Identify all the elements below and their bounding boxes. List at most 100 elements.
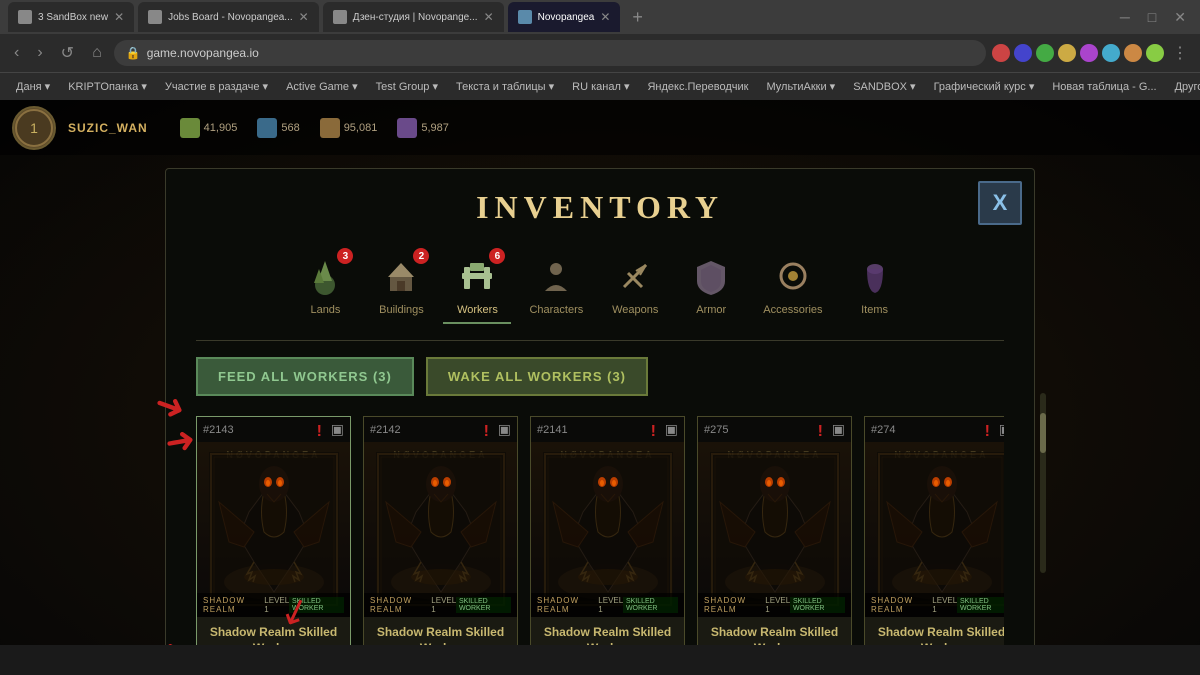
card-level: LEVEL 1 — [598, 596, 623, 614]
card-header: #2142 ▣ — [364, 417, 517, 442]
alert-icon: ! — [317, 423, 322, 441]
worker-card-0[interactable]: #2143 ▣ ! NØVOPANGEA — [196, 416, 351, 645]
items-icon-wrap — [851, 252, 899, 300]
tab-close-icon[interactable]: ✕ — [484, 10, 494, 24]
bookmark-ru-kanal[interactable]: RU канал ▾ — [564, 78, 637, 95]
feed-all-workers-button[interactable]: FEED ALL WORKERS (3) — [196, 357, 414, 396]
creature-illustration — [543, 452, 673, 607]
stat-value-4: 5,987 — [421, 122, 449, 134]
ext-icon-1[interactable] — [992, 44, 1010, 62]
bookmark-new-table[interactable]: Новая таблица - G... — [1044, 79, 1164, 95]
settings-icon[interactable]: ⋮ — [1168, 41, 1192, 65]
weapons-icon — [614, 255, 656, 297]
tab-items[interactable]: Items — [841, 246, 909, 324]
close-button[interactable]: X — [978, 181, 1022, 225]
bookmark-graphic[interactable]: Графический курс ▾ — [926, 78, 1043, 95]
stat-value-1: 41,905 — [204, 122, 238, 134]
worker-card-2[interactable]: #2141 ▣ ! NØVOPANGEA — [530, 416, 685, 645]
bookmark-other[interactable]: Другое ▾ — [1167, 78, 1200, 95]
player-avatar: 1 — [12, 106, 56, 150]
hud-stats: 41,905 568 95,081 5,987 — [180, 118, 449, 138]
tab-favicon — [18, 10, 32, 24]
new-tab-button[interactable]: + — [624, 7, 651, 28]
scrollbar-track[interactable] — [1040, 393, 1046, 573]
workers-icon-wrap: 6 — [453, 252, 501, 300]
workers-label: Workers — [457, 304, 498, 316]
card-bottom-info: SHADOW REALM LEVEL 1 SKILLED WORKER — [197, 593, 350, 617]
ext-icon-2[interactable] — [1014, 44, 1032, 62]
card-bottom-info: SHADOW REALM LEVEL 1 SKILLED WORKER — [698, 593, 851, 617]
tab-buildings[interactable]: 2 Buildings — [367, 246, 435, 324]
card-header: #274 ▣ — [865, 417, 1004, 442]
bookmark-danya[interactable]: Даня ▾ — [8, 78, 58, 95]
forward-button[interactable]: › — [31, 40, 48, 66]
minimize-button[interactable]: ─ — [1114, 7, 1136, 27]
worker-card-3[interactable]: #275 ▣ ! NØVOPANGEA — [697, 416, 852, 645]
card-menu-icon[interactable]: ▣ — [665, 421, 678, 438]
bookmark-multi[interactable]: МультиАкки ▾ — [758, 78, 843, 95]
ext-icon-7[interactable] — [1124, 44, 1142, 62]
back-button[interactable]: ‹ — [8, 40, 25, 66]
worker-card-4[interactable]: #274 ▣ ! NØVOPANGEA — [864, 416, 1004, 645]
tab-accessories[interactable]: Accessories — [753, 246, 832, 324]
category-tabs: 3 Lands 2 Buildings — [196, 246, 1004, 341]
tab-close-icon[interactable]: ✕ — [114, 10, 124, 24]
bookmark-uchastie[interactable]: Участие в раздаче ▾ — [157, 78, 276, 95]
bookmark-tekst[interactable]: Текста и таблицы ▾ — [448, 78, 562, 95]
bookmark-yandex[interactable]: Яндекс.Переводчик — [639, 79, 756, 95]
card-name: Shadow Realm Skilled Worker — [364, 617, 517, 645]
armor-icon-wrap — [687, 252, 735, 300]
bookmark-test-group[interactable]: Test Group ▾ — [368, 78, 446, 95]
card-header: #2143 ▣ — [197, 417, 350, 442]
card-image: NØVOPANGEA — [865, 442, 1004, 617]
wake-all-workers-button[interactable]: WAKE ALL WORKERS (3) — [426, 357, 648, 396]
close-window-button[interactable]: ✕ — [1168, 7, 1192, 28]
bookmark-active-game[interactable]: Active Game ▾ — [278, 78, 366, 95]
accessories-icon — [772, 255, 814, 297]
bookmark-sandbox[interactable]: SANDBOX ▾ — [845, 78, 923, 95]
card-menu-icon[interactable]: ▣ — [331, 421, 344, 438]
tab-armor[interactable]: Armor — [677, 246, 745, 324]
card-menu-icon[interactable]: ▣ — [832, 421, 845, 438]
ext-icon-6[interactable] — [1102, 44, 1120, 62]
tab-close-icon[interactable]: ✕ — [600, 10, 610, 24]
tab-novopangea[interactable]: Novopangea ✕ — [508, 2, 621, 32]
armor-icon — [690, 255, 732, 297]
weapons-icon-wrap — [611, 252, 659, 300]
card-bottom-info: SHADOW REALM LEVEL 1 SKILLED WORKER — [865, 593, 1004, 617]
tab-workers[interactable]: 6 Workers — [443, 246, 511, 324]
card-menu-icon[interactable]: ▣ — [999, 421, 1004, 438]
ext-icon-8[interactable] — [1146, 44, 1164, 62]
hud-stat-3: 95,081 — [320, 118, 378, 138]
url-text: game.novopangea.io — [147, 46, 259, 60]
game-area: 1 SUZIC_WAN 41,905 568 95,081 5,987 — [0, 100, 1200, 645]
bookmark-kripto[interactable]: KRIPTOпанка ▾ — [60, 78, 155, 95]
scrollbar-thumb[interactable] — [1040, 413, 1046, 453]
ext-icon-3[interactable] — [1036, 44, 1054, 62]
card-realm: SHADOW REALM — [370, 596, 431, 614]
ext-icon-4[interactable] — [1058, 44, 1076, 62]
url-input[interactable]: 🔒 game.novopangea.io — [114, 40, 986, 66]
tab-lands[interactable]: 3 Lands — [291, 246, 359, 324]
tab-sandbox[interactable]: 3 SandBox new ✕ — [8, 2, 134, 32]
tab-favicon — [333, 10, 347, 24]
maximize-button[interactable]: □ — [1142, 7, 1162, 27]
card-menu-icon[interactable]: ▣ — [498, 421, 511, 438]
hud-bar: 1 SUZIC_WAN 41,905 568 95,081 5,987 — [0, 100, 1200, 155]
lands-label: Lands — [310, 304, 340, 316]
reload-button[interactable]: ↺ — [55, 39, 80, 67]
items-label: Items — [861, 304, 888, 316]
tab-jobs[interactable]: Jobs Board - Novopangea... ✕ — [138, 2, 319, 32]
workers-badge: 6 — [489, 248, 505, 264]
card-id: #274 — [871, 424, 895, 436]
card-realm: SHADOW REALM — [704, 596, 765, 614]
tab-dzen[interactable]: Дзен-студия | Novopange... ✕ — [323, 2, 504, 32]
tab-label: Novopangea — [538, 12, 595, 23]
home-button[interactable]: ⌂ — [86, 40, 108, 66]
alert-icon: ! — [985, 423, 990, 441]
tab-close-icon[interactable]: ✕ — [299, 10, 309, 24]
tab-characters[interactable]: Characters — [519, 246, 593, 324]
tab-weapons[interactable]: Weapons — [601, 246, 669, 324]
worker-card-1[interactable]: #2142 ▣ ! NØVOPANGEA — [363, 416, 518, 645]
ext-icon-5[interactable] — [1080, 44, 1098, 62]
